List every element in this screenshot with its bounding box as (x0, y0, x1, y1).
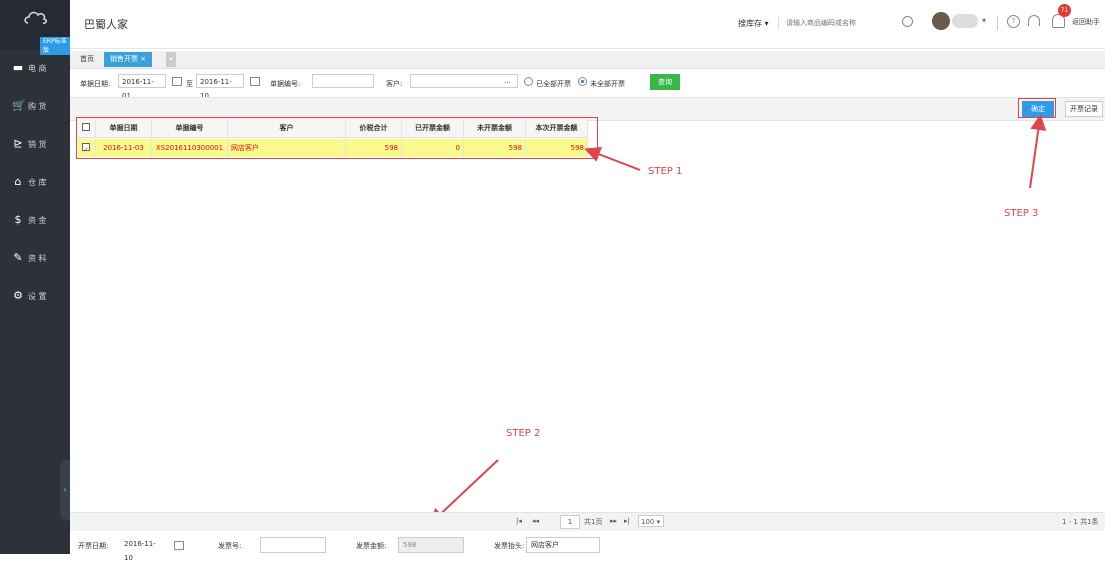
sidebar-item-label: 购 货 (28, 102, 47, 111)
invoice-date-label: 开票日期: (78, 542, 109, 550)
last-page-button[interactable]: ▸| (624, 517, 630, 525)
divider (997, 16, 998, 30)
invoice-amount-label: 发票金额: (356, 542, 387, 550)
sidebar-item-label: 电 商 (28, 64, 47, 73)
pen-icon: ✎ (13, 251, 23, 264)
tab-bar: 首页 销售开票 × ▾ (70, 51, 1105, 69)
page-size-select[interactable]: 100 ▾ (638, 515, 664, 527)
sidebar-collapse-button[interactable]: ‹ (60, 460, 70, 520)
pagination-bar: |◂ ◂◂ 1 共1页 ▸▸ ▸| 100 ▾ 1 - 1 共1条 (70, 512, 1105, 531)
sidebar-item-label: 销 货 (28, 140, 47, 149)
sidebar-item-label: 仓 库 (28, 178, 47, 187)
search-icon[interactable] (902, 16, 913, 27)
return-assistant-link[interactable]: 返回助手 (1072, 17, 1100, 27)
step1-label: STEP 1 (648, 166, 683, 177)
first-page-button[interactable]: |◂ (516, 517, 522, 525)
sidebar: ERP标准版 ▬ 电 商 🛒 购 货 ⊵ 销 货 ⌂ 仓 库 $ 资 金 ✎ 资… (0, 0, 70, 554)
sidebar-item-purchase[interactable]: 🛒 购 货 (0, 88, 70, 126)
page-size-value: 100 (641, 518, 655, 526)
prev-page-button[interactable]: ◂◂ (532, 517, 539, 525)
invoice-form: 开票日期: 2016-11-10 发票号: 发票金额: 598 发票抬头: 网店… (70, 531, 1105, 562)
invoice-title-input[interactable]: 网店客户 (526, 537, 600, 553)
avatar[interactable] (932, 12, 950, 30)
date-to-input[interactable]: 2016-11-10 (196, 74, 244, 100)
radio-all-invoiced[interactable] (524, 77, 533, 86)
tab-home[interactable]: 首页 (80, 54, 94, 64)
invoice-number-label: 发票号: (218, 542, 242, 550)
tab-sales-invoice[interactable]: 销售开票 × (104, 52, 153, 67)
filter-bar: 单据日期: 2016-11-01 至 2016-11-10 单据编号: 客户: … (70, 70, 1105, 100)
customer-label: 客户: (386, 80, 403, 88)
to-label: 至 (186, 80, 193, 88)
warehouse-icon: ⌂ (14, 175, 22, 188)
sale-icon: ⊵ (13, 137, 23, 150)
divider (778, 16, 779, 30)
search-input[interactable] (784, 14, 888, 32)
page-number-input[interactable]: 1 (560, 515, 580, 529)
help-icon[interactable]: ? (1007, 15, 1020, 28)
total-pages-label: 共1页 (584, 518, 603, 526)
sidebar-item-label: 设 置 (28, 292, 47, 301)
step3-highlight (1018, 98, 1056, 118)
next-page-button[interactable]: ▸▸ (610, 517, 617, 525)
radio-partial-label: 未全部开票 (590, 80, 625, 88)
sidebar-item-label: 资 料 (28, 254, 47, 263)
customer-more-button[interactable]: ··· (504, 79, 511, 87)
cloud-logo-icon (24, 11, 47, 24)
cart-icon: 🛒 (12, 99, 26, 112)
headset-icon[interactable] (1028, 15, 1040, 26)
doc-no-label: 单据编号: (270, 80, 301, 88)
step3-label: STEP 3 (1004, 208, 1039, 219)
step3-arrow (1029, 114, 1047, 189)
step2-label: STEP 2 (506, 428, 541, 439)
sidebar-item-warehouse[interactable]: ⌂ 仓 库 (0, 164, 70, 202)
date-label: 单据日期: (80, 80, 111, 88)
invoice-date-input[interactable]: 2016-11-10 (120, 537, 168, 562)
chevron-down-icon[interactable]: ▾ (982, 16, 986, 25)
money-icon: $ (14, 213, 22, 226)
app-title: 巴蜀人家 (84, 18, 128, 31)
logo: ERP标准版 (0, 0, 70, 55)
step1-highlight (76, 117, 598, 159)
invoice-title-label: 发票抬头: (494, 542, 525, 550)
notification-badge: 71 (1058, 4, 1071, 17)
date-from-input[interactable]: 2016-11-01 (118, 74, 166, 100)
sidebar-item-settings[interactable]: ⚙ 设 置 (0, 278, 70, 316)
tab-more-button[interactable]: ▾ (166, 52, 176, 67)
doc-no-input[interactable] (312, 74, 374, 88)
sidebar-item-sales[interactable]: ⊵ 销 货 (0, 126, 70, 164)
invoice-number-input[interactable] (260, 537, 326, 553)
invoice-amount-input: 598 (398, 537, 464, 553)
sidebar-item-ecommerce[interactable]: ▬ 电 商 (0, 50, 70, 88)
calendar-icon[interactable] (174, 541, 184, 550)
invoice-records-button[interactable]: 开票记录 (1065, 101, 1103, 117)
sidebar-item-label: 资 金 (28, 216, 47, 225)
calendar-icon[interactable] (250, 77, 260, 86)
search-type-dropdown[interactable]: 搜库存 ▾ (738, 18, 769, 29)
header: 巴蜀人家 搜库存 ▾ ▾ ? 71 返回助手 (70, 0, 1105, 49)
sidebar-item-funds[interactable]: $ 资 金 (0, 202, 70, 240)
shop-icon: ▬ (12, 61, 24, 74)
gear-icon: ⚙ (13, 289, 23, 302)
customer-input[interactable] (410, 74, 518, 88)
radio-all-label: 已全部开票 (536, 80, 571, 88)
radio-not-all-invoiced[interactable] (578, 77, 587, 86)
user-name-placeholder[interactable] (952, 14, 978, 28)
sidebar-item-data[interactable]: ✎ 资 料 (0, 240, 70, 278)
calendar-icon[interactable] (172, 77, 182, 86)
search-type-label: 搜库存 (738, 19, 762, 28)
query-button[interactable]: 查询 (650, 74, 680, 90)
records-summary: 1 - 1 共1条 (1062, 518, 1099, 526)
